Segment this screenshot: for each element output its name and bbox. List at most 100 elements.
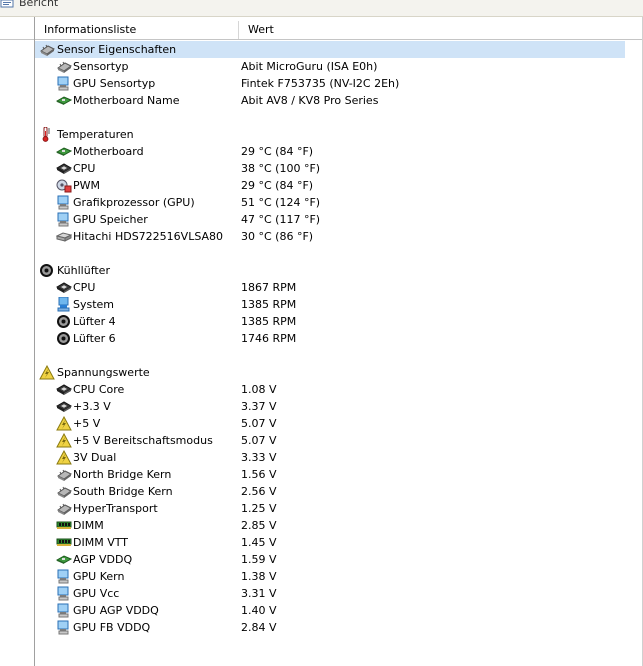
list-item[interactable]: Motherboard Name Abit AV8 / KV8 Pro Serie… (35, 92, 643, 109)
list-item[interactable]: Grafikprozessor (GPU) 51 °C (124 °F) (35, 194, 643, 211)
report-button[interactable]: Bericht (19, 0, 58, 9)
list-item[interactable]: AGP VDDQ 1.59 V (35, 551, 643, 568)
monitor-icon (56, 586, 72, 601)
list-item[interactable]: Lüfter 6 1746 RPM (35, 330, 643, 347)
monitor-icon (56, 76, 72, 91)
list-item-label: Hitachi HDS722516VLSA80 (73, 230, 224, 243)
list-item[interactable]: Hitachi HDS722516VLSA80 30 °C (86 °F) (35, 228, 643, 245)
list-item[interactable]: System 1385 RPM (35, 296, 643, 313)
group-header-label: Sensor Eigenschaften (57, 43, 177, 56)
list-item-value: 5.07 V (241, 417, 277, 430)
list-item[interactable]: Motherboard 29 °C (84 °F) (35, 143, 643, 160)
group-header-label: Kühllüfter (57, 264, 110, 277)
list-item[interactable]: GPU Speicher 47 °C (117 °F) (35, 211, 643, 228)
memory-icon (56, 535, 72, 550)
list-item-label: PWM (73, 179, 101, 192)
list-item[interactable]: GPU Kern 1.38 V (35, 568, 643, 585)
list-item-value: 29 °C (84 °F) (241, 145, 314, 158)
list-item-value: 2.85 V (241, 519, 277, 532)
voltage-icon (56, 449, 72, 465)
list-item-value: 1.59 V (241, 553, 277, 566)
column-header-info[interactable]: Informationsliste (35, 21, 239, 39)
list-item-label: North Bridge Kern (73, 468, 172, 481)
list-item[interactable]: HyperTransport 1.25 V (35, 500, 643, 517)
list-item[interactable]: DIMM VTT 1.45 V (35, 534, 643, 551)
list-item[interactable]: Lüfter 4 1385 RPM (35, 313, 643, 330)
list-item[interactable]: +5 V Bereitschaftsmodus 5.07 V (35, 432, 643, 449)
column-header-value[interactable]: Wert (239, 21, 274, 39)
list-item-label: Lüfter 4 (73, 315, 116, 328)
list-item-label: +5 V (73, 417, 101, 430)
list-item-label: DIMM (73, 519, 104, 532)
monitor-icon (56, 603, 72, 618)
report-icon (0, 0, 16, 10)
list-item-label: HyperTransport (73, 502, 158, 515)
cpu-icon (55, 382, 73, 397)
motherboard-icon (55, 93, 73, 108)
pwm-icon (56, 178, 72, 193)
list-item-label: South Bridge Kern (73, 485, 173, 498)
list-item-label: GPU Vcc (73, 587, 120, 600)
list-item-value: 1.38 V (241, 570, 277, 583)
group-header[interactable]: Sensor Eigenschaften (35, 41, 625, 58)
list-item-value: 51 °C (124 °F) (241, 196, 321, 209)
list-item[interactable]: +3.3 V 3.37 V (35, 398, 643, 415)
list-item-label: CPU Core (73, 383, 125, 396)
list-item[interactable]: GPU Sensortyp Fintek F753735 (NV-I2C 2Eh) (35, 75, 643, 92)
list-item[interactable]: +5 V 5.07 V (35, 415, 643, 432)
fan-icon (56, 331, 72, 346)
monitor-icon (56, 620, 72, 635)
list-item[interactable]: CPU 38 °C (100 °F) (35, 160, 643, 177)
monitor-icon (56, 195, 72, 210)
list-item[interactable]: 3V Dual 3.33 V (35, 449, 643, 466)
list-item-value: Fintek F753735 (NV-I2C 2Eh) (241, 77, 400, 90)
list-item-value: 29 °C (84 °F) (241, 179, 314, 192)
list-item[interactable]: GPU FB VDDQ 2.84 V (35, 619, 643, 636)
group-header[interactable]: Kühllüfter (35, 262, 643, 279)
list-item-value: 3.33 V (241, 451, 277, 464)
list-item-label: Motherboard Name (73, 94, 180, 107)
list-item[interactable]: South Bridge Kern 2.56 V (35, 483, 643, 500)
group-header-label: Spannungswerte (57, 366, 150, 379)
group-header[interactable]: Temperaturen (35, 126, 643, 143)
list-item-label: GPU Sensortyp (73, 77, 156, 90)
list-item-label: DIMM VTT (73, 536, 128, 549)
cpu-icon (55, 280, 73, 295)
list-item-value: 5.07 V (241, 434, 277, 447)
info-list-view: Informationsliste Wert Sensor Eigenschaf… (35, 17, 643, 666)
left-pane-header (0, 17, 34, 40)
list-item-label: System (73, 298, 115, 311)
harddisk-icon (55, 229, 73, 244)
list-item[interactable]: DIMM 2.85 V (35, 517, 643, 534)
list-item-value: 30 °C (86 °F) (241, 230, 314, 243)
list-item-label: GPU Speicher (73, 213, 148, 226)
group-header[interactable]: Spannungswerte (35, 364, 643, 381)
list-item[interactable]: Sensortyp Abit MicroGuru (ISA E0h) (35, 58, 643, 75)
list-item[interactable]: GPU Vcc 3.31 V (35, 585, 643, 602)
list-item-label: AGP VDDQ (73, 553, 133, 566)
list-header: Informationsliste Wert (35, 21, 643, 40)
list-item-value: 2.84 V (241, 621, 277, 634)
memory-icon (56, 518, 72, 533)
fan-icon (39, 263, 55, 278)
list-item[interactable]: GPU AGP VDDQ 1.40 V (35, 602, 643, 619)
list-item[interactable]: North Bridge Kern 1.56 V (35, 466, 643, 483)
thermometer-icon (39, 126, 55, 142)
cpu-icon (55, 399, 73, 414)
toolbar: Bericht (0, 0, 643, 17)
list-item[interactable]: CPU 1867 RPM (35, 279, 643, 296)
list-item-value: 1746 RPM (241, 332, 297, 345)
list-item-label: Sensortyp (73, 60, 129, 73)
list-item[interactable]: PWM 29 °C (84 °F) (35, 177, 643, 194)
list-item-label: Motherboard (73, 145, 144, 158)
list-item-label: GPU AGP VDDQ (73, 604, 159, 617)
list-item-value: 47 °C (117 °F) (241, 213, 321, 226)
list-item-value: 1.08 V (241, 383, 277, 396)
voltage-icon (39, 364, 55, 380)
list-item[interactable]: CPU Core 1.08 V (35, 381, 643, 398)
list-item-value: 1.25 V (241, 502, 277, 515)
monitor-icon (56, 212, 72, 227)
